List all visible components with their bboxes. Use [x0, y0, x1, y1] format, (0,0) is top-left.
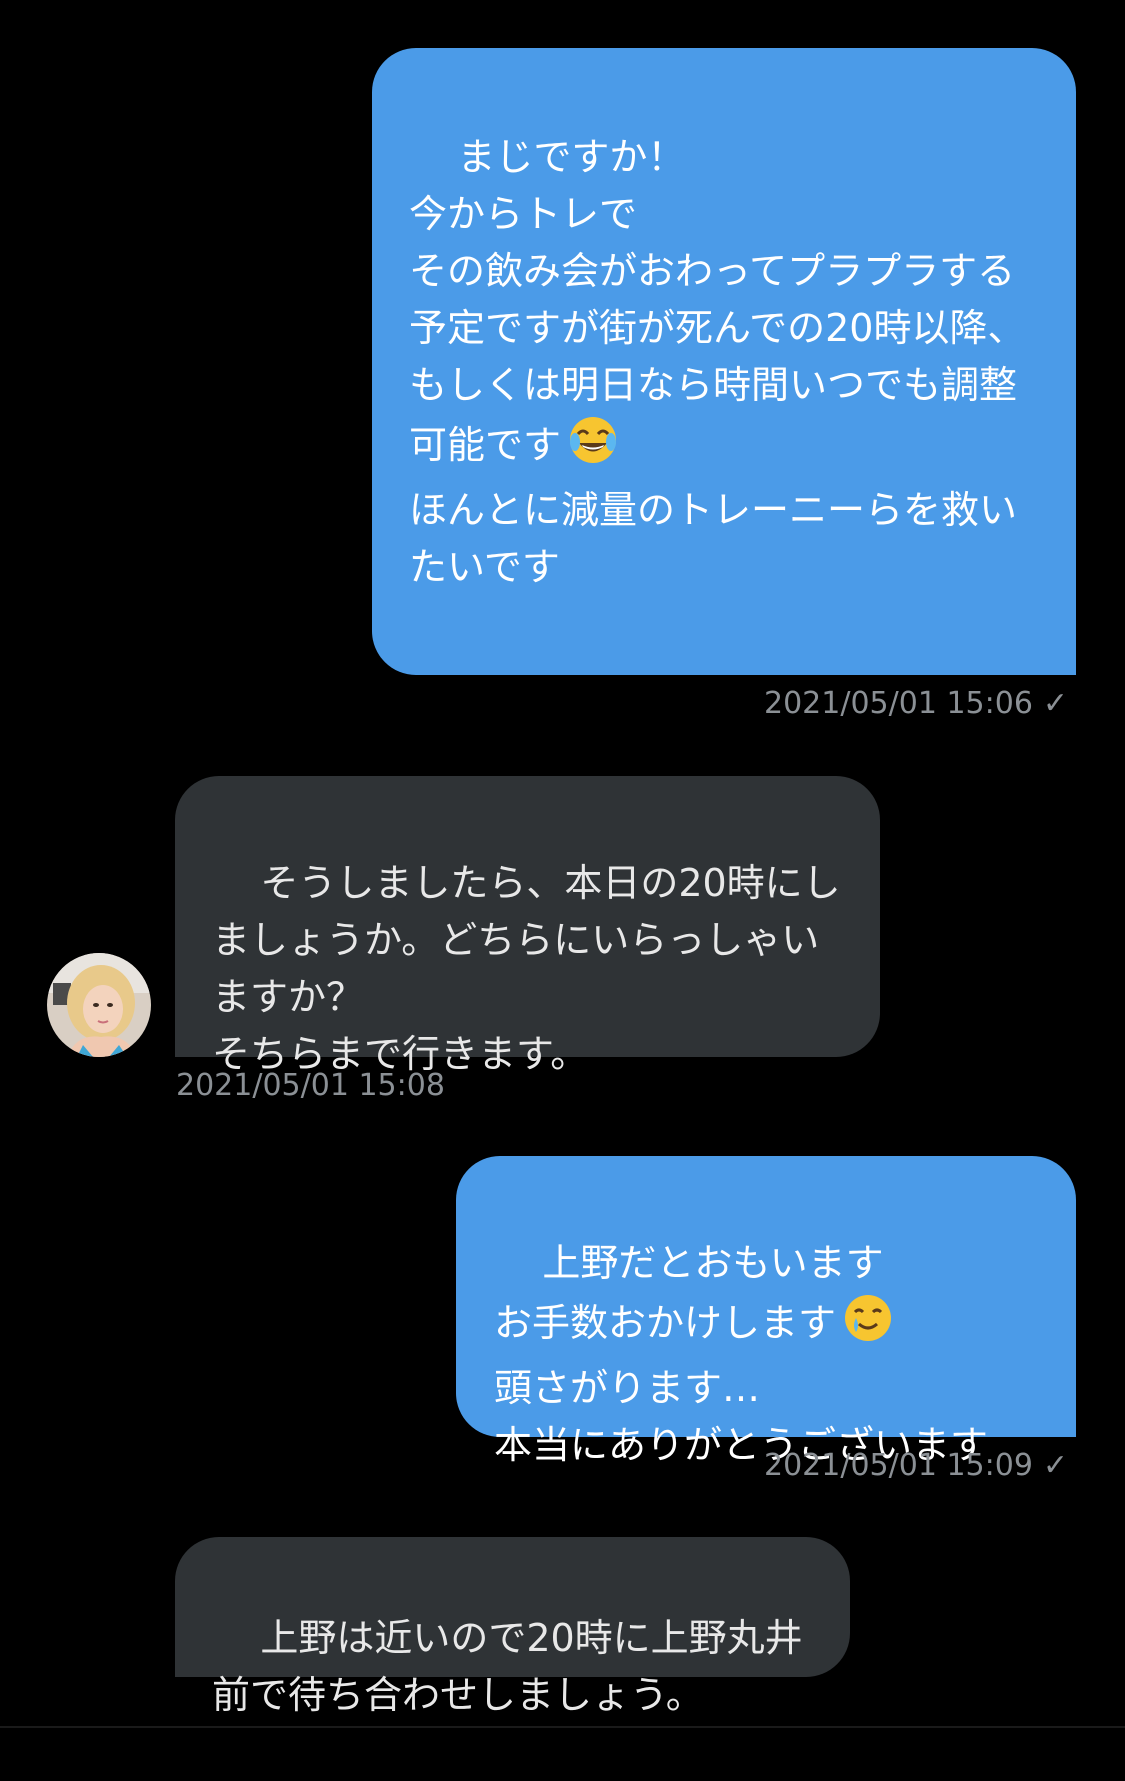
- sent-check-icon: ✓: [1042, 1448, 1069, 1483]
- outgoing-message-bubble[interactable]: 上野だとおもいます お手数おかけします 頭さがります… 本当にありがとうございま…: [456, 1156, 1076, 1467]
- smiling-tear-emoji-icon: [842, 1292, 894, 1360]
- message-text: まじですか！ 今からトレで その飲み会がおわってプラプラする予定ですが街が死んで…: [409, 135, 1026, 467]
- incoming-message-bubble[interactable]: そうしましたら、本日の20時にしましょうか。どちらにいらっしゃいますか？ そちら…: [175, 776, 880, 1076]
- timestamp: 2021/05/01 15:08: [176, 1068, 445, 1103]
- message-meta: 2021/05/01 15:08: [176, 1068, 445, 1104]
- chat-thread: まじですか！ 今からトレで その飲み会がおわってプラプラする予定ですが街が死んで…: [0, 0, 1125, 1728]
- message-text: 上野だとおもいます: [542, 1241, 884, 1285]
- sent-check-icon: ✓: [1042, 686, 1069, 721]
- message-text-continued: ほんとに減量のトレーニーらを救いたいです: [409, 488, 1018, 589]
- incoming-message-bubble[interactable]: 上野は近いので20時に上野丸井前で待ち合わせしましょう。: [175, 1537, 850, 1717]
- message-text: そうしましたら、本日の20時にしましょうか。どちらにいらっしゃいますか？ そちら…: [212, 861, 841, 1076]
- joy-emoji-icon: [567, 414, 619, 482]
- message-text: 上野は近いので20時に上野丸井前で待ち合わせしましょう。: [212, 1616, 803, 1717]
- timestamp: 2021/05/01 15:06: [764, 686, 1033, 721]
- message-text: お手数おかけします: [494, 1301, 837, 1345]
- outgoing-message-bubble[interactable]: まじですか！ 今からトレで その飲み会がおわってプラプラする予定ですが街が死んで…: [372, 48, 1076, 675]
- timestamp: 2021/05/01 15:09: [764, 1448, 1033, 1483]
- message-meta: 2021/05/01 15:06 ✓: [764, 686, 1068, 722]
- avatar[interactable]: [47, 953, 151, 1057]
- message-meta: 2021/05/01 15:09 ✓: [764, 1448, 1068, 1484]
